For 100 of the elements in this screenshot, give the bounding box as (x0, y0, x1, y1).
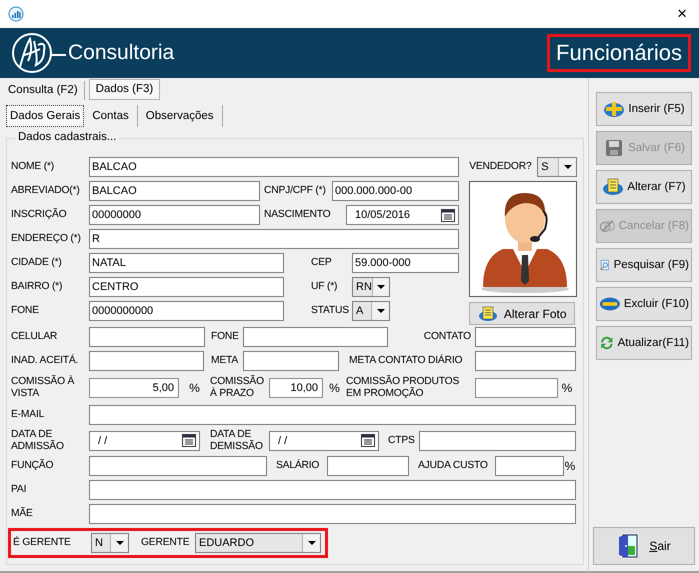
unit-label: % (564, 459, 576, 473)
field-label: GERENTE (141, 537, 190, 549)
field-label: E-MAIL (11, 409, 46, 421)
field-label: CNPJ/CPF (*) (264, 185, 327, 197)
field-label: CEP (311, 257, 333, 269)
field-label: É GERENTE (13, 537, 72, 549)
calendar-icon (361, 434, 375, 447)
calendar-icon (441, 208, 455, 222)
field-label: FONE (211, 331, 240, 343)
date-field[interactable]: / / (89, 430, 200, 450)
input-field[interactable] (475, 327, 576, 347)
dropdown-arrow-icon (376, 309, 384, 313)
tab[interactable]: Consulta (F2) (2, 81, 85, 100)
field-label: STATUS (311, 305, 350, 317)
input-field[interactable]: CENTRO (89, 277, 284, 297)
input-field[interactable]: BALCAO (89, 157, 459, 177)
dropdown-arrow-icon (308, 541, 316, 545)
field-label: COMISSÃO PRODUTOS EM PROMOÇÃO (346, 376, 460, 400)
field-label: DATA DE DEMISSÃO (210, 428, 264, 452)
tab[interactable]: Contas (84, 105, 138, 127)
input-field[interactable] (89, 456, 267, 476)
input-field[interactable] (89, 480, 576, 500)
tab[interactable]: Dados (F3) (88, 79, 160, 100)
page-title: Funcionários (547, 34, 691, 72)
input-field[interactable] (89, 327, 205, 347)
field-label: COMISSÃO À VISTA (11, 376, 76, 400)
input-field[interactable] (419, 430, 576, 450)
action-button[interactable]: Alterar (F7) (596, 170, 692, 204)
field-label: SALÁRIO (276, 460, 320, 472)
field-label: INSCRIÇÃO (11, 209, 68, 221)
date-field[interactable]: / / (269, 430, 379, 450)
calendar-icon (182, 434, 196, 447)
close-button[interactable]: × (673, 4, 691, 24)
input-field[interactable]: 00000000 (89, 205, 260, 225)
field-label: CELULAR (11, 331, 58, 343)
unit-label: % (560, 381, 574, 395)
field-label: PAI (11, 484, 28, 496)
action-button[interactable]: Atualizar(F11) (596, 326, 692, 360)
dropdown[interactable]: EDUARDO (195, 533, 321, 553)
date-field[interactable]: 10/05/2016 (346, 205, 459, 225)
dropdown[interactable]: A (352, 301, 390, 321)
field-label: CTPS (388, 434, 416, 446)
field-label: CONTATO (422, 331, 472, 343)
input-field[interactable]: 0000000000 (89, 301, 284, 321)
field-label: CIDADE (*) (11, 257, 63, 269)
input-field[interactable]: R (89, 229, 459, 249)
input-field[interactable] (89, 351, 204, 371)
dropdown[interactable]: RN (352, 277, 390, 297)
field-label: MÃE (11, 508, 34, 520)
group-title: Dados cadastrais... (15, 131, 120, 143)
minus-icon (599, 296, 621, 312)
dropdown-arrow-icon (116, 541, 124, 545)
field-label: NOME (*) (11, 161, 56, 173)
dropdown[interactable]: N (91, 533, 129, 553)
app-icon (8, 6, 24, 22)
action-button[interactable]: Excluir (F10) (596, 287, 692, 321)
input-field[interactable] (475, 378, 558, 398)
action-button[interactable]: Inserir (F5) (596, 92, 692, 126)
input-field[interactable] (327, 456, 409, 476)
input-field[interactable] (495, 456, 564, 476)
field-label: DATA DE ADMISSÃO (11, 428, 65, 452)
exit-button[interactable]: Sair (593, 527, 695, 565)
field-label: FUNÇÃO (11, 460, 54, 472)
brand-name: Consultoria (68, 41, 174, 65)
dropdown-arrow-icon (376, 285, 385, 289)
dropdown-arrow-icon (564, 165, 572, 169)
input-field[interactable]: 000.000.000-00 (332, 181, 459, 201)
field-label: META (211, 355, 240, 367)
input-field[interactable]: NATAL (89, 253, 284, 273)
input-field[interactable]: 5,00 (89, 378, 179, 398)
note-icon (478, 306, 498, 322)
unit-label: % (188, 381, 201, 395)
input-field[interactable] (243, 351, 339, 371)
field-label: AJUDA CUSTO (418, 460, 489, 472)
field-label: UF (*) (311, 281, 338, 293)
field-label: COMISSÃO À PRAZO (210, 376, 265, 400)
input-field[interactable]: BALCAO (89, 181, 260, 201)
action-button[interactable]: Pesquisar (F9) (596, 248, 692, 282)
field-label: BAIRRO (*) (11, 281, 64, 293)
tab[interactable]: Observações (138, 105, 223, 127)
input-field[interactable]: 10,00 (269, 378, 323, 398)
field-label: META CONTATO DIÁRIO (349, 355, 464, 367)
change-photo-button[interactable]: Alterar Foto (469, 302, 576, 325)
input-field[interactable] (89, 405, 576, 425)
field-label: VENDEDOR? (469, 161, 532, 173)
input-field[interactable] (475, 351, 576, 371)
plus-icon (603, 100, 626, 118)
tab[interactable]: Dados Gerais (6, 105, 84, 127)
input-field[interactable] (243, 327, 388, 347)
unit-label: % (328, 381, 341, 395)
logo-icon (10, 31, 66, 75)
field-label: INAD. ACEITÁ. (11, 355, 80, 367)
dropdown[interactable]: S (537, 157, 578, 177)
input-field[interactable] (89, 504, 576, 524)
field-label: ABREVIADO(*) (11, 185, 81, 197)
note-icon (602, 178, 624, 196)
field-label: NASCIMENTO (264, 209, 332, 221)
input-field[interactable]: 59.000-000 (352, 253, 459, 273)
field-label: FONE (11, 305, 40, 317)
field-label: ENDEREÇO (*) (11, 233, 82, 245)
